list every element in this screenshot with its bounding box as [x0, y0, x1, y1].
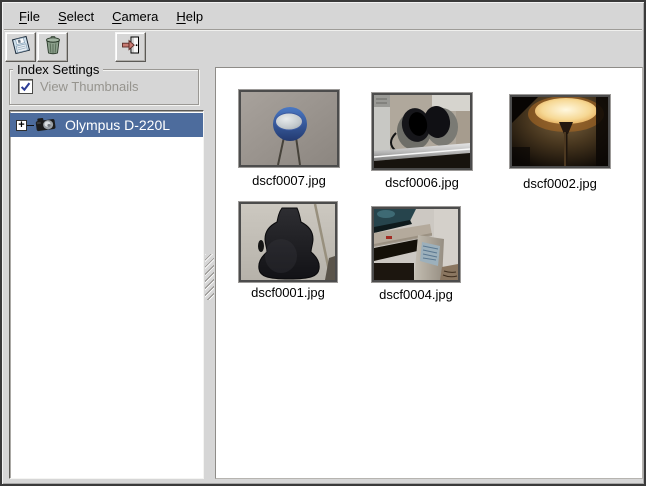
view-thumbnails-row: View Thumbnails: [18, 79, 139, 94]
save-button[interactable]: [5, 32, 36, 62]
menu-file[interactable]: File: [10, 5, 49, 28]
menu-bar: File Select Camera Help: [4, 4, 642, 30]
camera-tree: + Olympus D-220L: [9, 110, 204, 479]
menu-select-accel: S: [58, 9, 67, 24]
menu-select[interactable]: Select: [49, 5, 103, 28]
thumbnail-dscf0006-photo[interactable]: [372, 93, 472, 170]
thumbnail-dscf0001-photo[interactable]: [239, 202, 337, 282]
menu-file-accel: F: [19, 9, 27, 24]
menu-help-accel: H: [176, 9, 185, 24]
menu-file-rest: ile: [27, 9, 40, 24]
thumbnail-dscf0007-photo[interactable]: [239, 90, 339, 167]
floppy-disk-icon: [10, 34, 32, 61]
tree-row-olympus[interactable]: + Olympus D-220L: [10, 113, 203, 137]
filename-label: dscf0006.jpg: [372, 175, 472, 190]
filename-label: dscf0001.jpg: [239, 285, 337, 300]
trash-icon: [42, 34, 64, 61]
menu-help[interactable]: Help: [167, 5, 212, 28]
exit-door-icon: [120, 34, 142, 61]
filename-label: dscf0002.jpg: [510, 176, 610, 191]
pane-splitter-grip[interactable]: [205, 254, 214, 300]
menu-camera[interactable]: Camera: [103, 5, 167, 28]
tree-expander-icon[interactable]: +: [16, 120, 27, 131]
exit-button[interactable]: [115, 32, 146, 62]
camera-icon: [34, 115, 58, 135]
view-thumbnails-checkbox[interactable]: [18, 79, 33, 94]
filename-label: dscf0004.jpg: [372, 287, 460, 302]
index-settings-frame: Index Settings View Thumbnails: [9, 69, 199, 105]
menu-camera-rest: amera: [122, 9, 159, 24]
thumbnail-dscf0004-photo[interactable]: [372, 207, 460, 282]
menu-select-rest: elect: [67, 9, 94, 24]
tree-item-label: Olympus D-220L: [65, 117, 170, 133]
menu-help-rest: elp: [186, 9, 203, 24]
menu-camera-accel: C: [112, 9, 121, 24]
filename-label: dscf0007.jpg: [239, 173, 339, 188]
check-mark-icon: [19, 80, 32, 93]
delete-button[interactable]: [37, 32, 68, 62]
view-thumbnails-label: View Thumbnails: [40, 79, 139, 94]
index-settings-title: Index Settings: [13, 62, 103, 77]
thumbnail-dscf0002-photo[interactable]: [510, 95, 610, 168]
tree-connector-line: [27, 125, 34, 126]
gtkam-window: File Select Camera Help: [0, 0, 646, 486]
